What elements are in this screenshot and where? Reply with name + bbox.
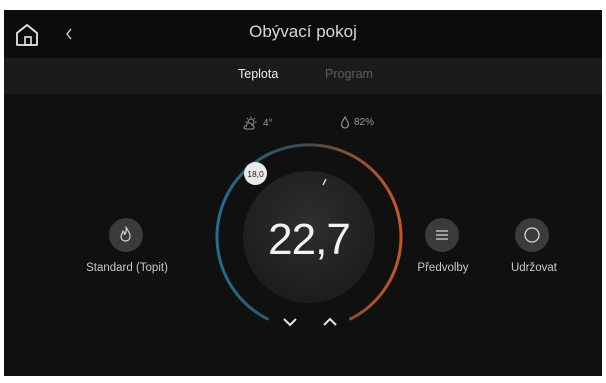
chevron-up-icon (323, 317, 337, 326)
flame-icon (120, 226, 131, 242)
current-temperature: 22,7 (268, 215, 351, 264)
chevron-down-icon (283, 318, 297, 327)
thermostat-dial[interactable] (4, 10, 602, 376)
menu-lines-icon (436, 230, 448, 240)
heat-mode-label: Standard (Topit) (86, 262, 168, 274)
presets-label: Předvolby (417, 262, 469, 274)
decrease-temperature-button[interactable] (280, 315, 300, 329)
hold-button[interactable] (515, 218, 549, 252)
circle-icon (524, 227, 540, 243)
hold-label: Udržovat (510, 262, 558, 274)
setpoint-badge[interactable]: 18,0 (244, 162, 267, 185)
heat-mode-button[interactable] (109, 218, 143, 252)
thermostat-screen: Obývací pokoj Teplota Program 4° 82% 18,… (4, 10, 602, 376)
presets-button[interactable] (425, 218, 459, 252)
increase-temperature-button[interactable] (320, 315, 340, 329)
